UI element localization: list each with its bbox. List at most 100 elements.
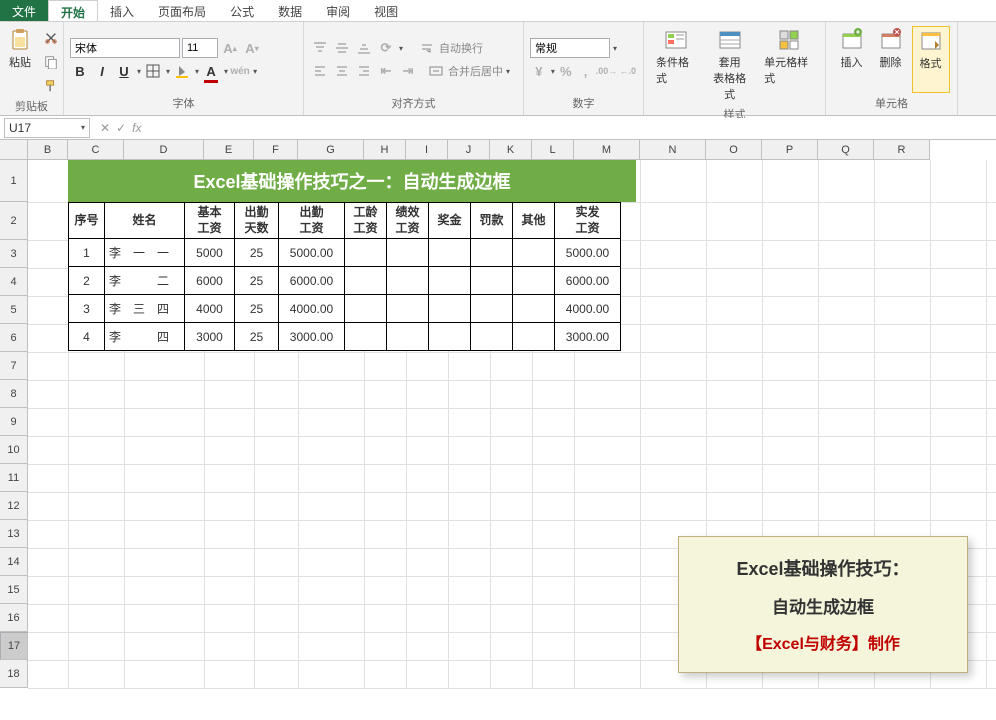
col-header-N[interactable]: N [640, 140, 706, 160]
col-header-M[interactable]: M [574, 140, 640, 160]
phonetic-button[interactable]: wén [230, 61, 250, 81]
italic-button[interactable]: I [92, 61, 112, 81]
table-cell[interactable] [345, 295, 387, 323]
table-cell[interactable]: 25 [235, 323, 279, 351]
align-middle-button[interactable] [332, 38, 352, 58]
table-cell[interactable]: 2 [69, 267, 105, 295]
align-left-button[interactable] [310, 61, 330, 81]
border-button[interactable] [143, 61, 163, 81]
table-cell[interactable] [513, 267, 555, 295]
format-cells-button[interactable]: 格式 [912, 26, 950, 93]
col-header-B[interactable]: B [28, 140, 68, 160]
cut-button[interactable] [41, 28, 61, 48]
table-cell[interactable]: 3000.00 [279, 323, 345, 351]
formula-input[interactable] [147, 118, 996, 138]
fill-color-button[interactable] [172, 61, 192, 81]
table-cell[interactable] [513, 323, 555, 351]
col-header-Q[interactable]: Q [818, 140, 874, 160]
table-header[interactable]: 序号 [69, 203, 105, 239]
decrease-decimal-button[interactable]: ←.0 [619, 61, 638, 81]
wrap-text-button[interactable] [417, 38, 437, 58]
table-cell[interactable]: 6000.00 [279, 267, 345, 295]
tab-formulas[interactable]: 公式 [218, 0, 266, 21]
align-bottom-button[interactable] [354, 38, 374, 58]
font-name-select[interactable] [70, 38, 180, 58]
table-cell[interactable]: 4000.00 [279, 295, 345, 323]
table-cell[interactable] [345, 323, 387, 351]
table-header[interactable]: 出勤 工资 [279, 203, 345, 239]
insert-cells-button[interactable]: 插入 [834, 26, 870, 93]
table-cell[interactable]: 李 一 一 [105, 239, 185, 267]
row-header-12[interactable]: 12 [0, 492, 28, 520]
decrease-font-button[interactable]: A▾ [242, 38, 262, 58]
tab-layout[interactable]: 页面布局 [146, 0, 218, 21]
enter-formula-icon[interactable]: ✓ [116, 121, 126, 135]
number-format-select[interactable] [530, 38, 610, 58]
table-header[interactable]: 罚款 [471, 203, 513, 239]
tab-home[interactable]: 开始 [48, 0, 98, 21]
tab-insert[interactable]: 插入 [98, 0, 146, 21]
decrease-indent-button[interactable]: ⇤ [376, 61, 396, 81]
table-format-button[interactable]: 套用 表格格式 [704, 26, 755, 104]
table-cell[interactable]: 李 二 [105, 267, 185, 295]
row-header-4[interactable]: 4 [0, 268, 28, 296]
table-cell[interactable]: 6000.00 [555, 267, 621, 295]
table-cell[interactable] [471, 323, 513, 351]
table-cell[interactable]: 4 [69, 323, 105, 351]
col-header-D[interactable]: D [124, 140, 204, 160]
align-center-button[interactable] [332, 61, 352, 81]
table-cell[interactable]: 李 四 [105, 323, 185, 351]
col-header-O[interactable]: O [706, 140, 762, 160]
row-header-16[interactable]: 16 [0, 604, 28, 632]
bold-button[interactable]: B [70, 61, 90, 81]
cancel-formula-icon[interactable]: ✕ [100, 121, 110, 135]
row-header-2[interactable]: 2 [0, 202, 28, 240]
orientation-button[interactable]: ⟳ [376, 38, 396, 58]
percent-button[interactable]: % [557, 61, 575, 81]
table-cell[interactable] [513, 295, 555, 323]
table-cell[interactable] [387, 295, 429, 323]
table-cell[interactable]: 3 [69, 295, 105, 323]
align-right-button[interactable] [354, 61, 374, 81]
table-cell[interactable] [471, 295, 513, 323]
col-header-G[interactable]: G [298, 140, 364, 160]
table-cell[interactable]: 5000.00 [279, 239, 345, 267]
conditional-format-button[interactable]: 条件格式 [650, 26, 701, 104]
col-header-H[interactable]: H [364, 140, 406, 160]
row-header-7[interactable]: 7 [0, 352, 28, 380]
increase-decimal-button[interactable]: .00→ [597, 61, 617, 81]
table-cell[interactable]: 5000 [185, 239, 235, 267]
col-header-R[interactable]: R [874, 140, 930, 160]
table-cell[interactable] [387, 239, 429, 267]
tab-view[interactable]: 视图 [362, 0, 410, 21]
table-header[interactable]: 工龄 工资 [345, 203, 387, 239]
col-header-J[interactable]: J [448, 140, 490, 160]
table-cell[interactable]: 6000 [185, 267, 235, 295]
col-header-I[interactable]: I [406, 140, 448, 160]
table-cell[interactable]: 李 三 四 [105, 295, 185, 323]
table-cell[interactable] [429, 295, 471, 323]
col-header-K[interactable]: K [490, 140, 532, 160]
row-header-14[interactable]: 14 [0, 548, 28, 576]
col-header-F[interactable]: F [254, 140, 298, 160]
paste-button[interactable]: 粘贴 [2, 26, 38, 72]
table-cell[interactable] [345, 267, 387, 295]
row-header-10[interactable]: 10 [0, 436, 28, 464]
delete-cells-button[interactable]: 删除 [873, 26, 909, 93]
name-box[interactable]: U17▾ [4, 118, 90, 138]
table-cell[interactable]: 4000 [185, 295, 235, 323]
font-color-button[interactable]: A [201, 61, 221, 81]
row-header-13[interactable]: 13 [0, 520, 28, 548]
tab-review[interactable]: 审阅 [314, 0, 362, 21]
row-header-11[interactable]: 11 [0, 464, 28, 492]
table-header[interactable]: 基本 工资 [185, 203, 235, 239]
table-cell[interactable] [513, 239, 555, 267]
table-cell[interactable]: 4000.00 [555, 295, 621, 323]
comma-button[interactable]: , [577, 61, 595, 81]
table-cell[interactable]: 25 [235, 267, 279, 295]
row-header-15[interactable]: 15 [0, 576, 28, 604]
cell-style-button[interactable]: 单元格样式 [758, 26, 819, 104]
table-cell[interactable]: 3000.00 [555, 323, 621, 351]
row-header-18[interactable]: 18 [0, 660, 28, 688]
row-header-8[interactable]: 8 [0, 380, 28, 408]
